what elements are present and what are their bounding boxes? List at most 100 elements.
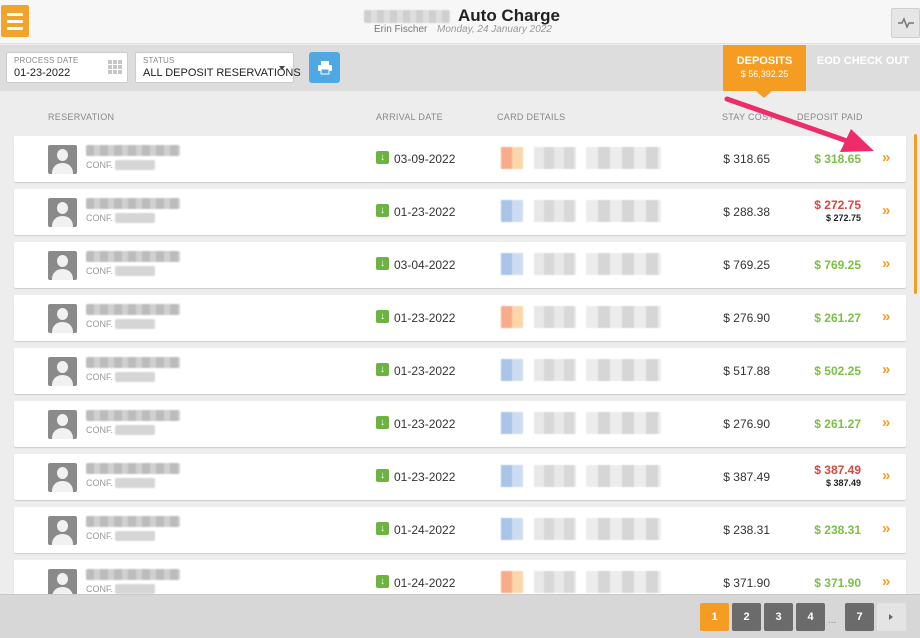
column-header-stay-cost: STAY COST [722, 112, 775, 122]
arrival-down-arrow-icon: ↓ [376, 310, 389, 323]
page-button-4[interactable]: 4 [796, 603, 825, 631]
card-number-redacted [534, 571, 576, 593]
page-button-7[interactable]: 7 [845, 603, 874, 631]
deposit-paid: $ 502.25 [814, 364, 861, 378]
chevron-double-right-icon[interactable]: » [882, 361, 890, 378]
card-brand-icon [501, 465, 523, 487]
arrival-down-arrow-icon: ↓ [376, 204, 389, 217]
card-number-redacted [534, 412, 576, 434]
menu-icon-bar [7, 12, 23, 16]
conf-label: CONF. [86, 584, 113, 594]
page-button-1[interactable]: 1 [700, 603, 729, 631]
guest-avatar-icon [48, 145, 77, 174]
card-expiry-redacted [586, 200, 661, 222]
guest-name-redacted [86, 251, 180, 262]
reservation-row[interactable]: CONF. ↓ 01-23-2022 $ 288.38 $ 272.75 $ 272.75… [14, 189, 906, 235]
card-expiry-redacted [586, 412, 661, 434]
status-value: ALL DEPOSIT RESERVATIONS [143, 67, 301, 79]
guest-name-redacted [86, 410, 180, 421]
card-number-redacted [534, 253, 576, 275]
guest-name-redacted [86, 569, 180, 580]
reservation-row[interactable]: CONF. ↓ 01-23-2022 $ 387.49 $ 387.49 $ 387.49… [14, 454, 906, 500]
card-details-redacted [501, 518, 666, 540]
card-expiry-redacted [586, 359, 661, 381]
property-name-redacted [364, 10, 450, 23]
conf-number-redacted [115, 425, 155, 435]
card-brand-icon [501, 253, 523, 275]
guest-avatar-icon [48, 251, 77, 280]
card-brand-icon [501, 359, 523, 381]
stay-cost: $ 276.90 [723, 417, 770, 431]
card-brand-icon [501, 306, 523, 328]
conf-number-redacted [115, 160, 155, 170]
card-details-redacted [501, 359, 666, 381]
next-page-button[interactable] [877, 603, 906, 631]
chevron-double-right-icon[interactable]: » [882, 308, 890, 325]
conf-number-redacted [115, 478, 155, 488]
conf-number-redacted [115, 372, 155, 382]
print-button[interactable] [309, 52, 340, 83]
reservation-row[interactable]: CONF. ↓ 01-23-2022 $ 517.88 $ 502.25 » [14, 348, 906, 394]
arrival-date: 01-23-2022 [394, 364, 456, 378]
tab-eod-check-out[interactable]: EOD CHECK OUT [806, 45, 920, 91]
card-number-redacted [534, 359, 576, 381]
column-header-deposit-paid: DEPOSIT PAID [797, 112, 863, 122]
scrollbar-thumb[interactable] [914, 134, 917, 294]
reservation-row[interactable]: CONF. ↓ 03-04-2022 $ 769.25 $ 769.25 » [14, 242, 906, 288]
reservation-row[interactable]: CONF. ↓ 01-24-2022 $ 238.31 $ 238.31 » [14, 507, 906, 553]
process-date-value: 01-23-2022 [14, 67, 71, 79]
card-number-redacted [534, 147, 576, 169]
reservation-row[interactable]: CONF. ↓ 01-23-2022 $ 276.90 $ 261.27 » [14, 401, 906, 447]
chevron-double-right-icon[interactable]: » [882, 520, 890, 537]
card-number-redacted [534, 200, 576, 222]
card-number-redacted [534, 465, 576, 487]
card-expiry-redacted [586, 518, 661, 540]
deposit-paid: $ 272.75 [814, 198, 861, 212]
deposit-paid-sub: $ 272.75 [825, 213, 861, 223]
chevron-double-right-icon[interactable]: » [882, 202, 890, 219]
chevron-double-right-icon[interactable]: » [882, 255, 890, 272]
reservation-row[interactable]: CONF. ↓ 01-23-2022 $ 276.90 $ 261.27 » [14, 295, 906, 341]
chevron-double-right-icon[interactable]: » [882, 414, 890, 431]
guest-name-redacted [86, 516, 180, 527]
status-select[interactable]: STATUS ALL DEPOSIT RESERVATIONS [135, 52, 301, 83]
card-brand-icon [501, 200, 523, 222]
activity-button[interactable] [891, 8, 920, 38]
menu-button[interactable] [1, 5, 29, 37]
chevron-double-right-icon[interactable]: » [882, 573, 890, 590]
stay-cost: $ 387.49 [723, 470, 770, 484]
page-button-3[interactable]: 3 [764, 603, 793, 631]
menu-icon-bar [7, 26, 23, 30]
deposit-paid: $ 387.49 [814, 463, 861, 477]
guest-avatar-icon [48, 463, 77, 492]
deposit-paid: $ 769.25 [814, 258, 861, 272]
arrival-down-arrow-icon: ↓ [376, 575, 389, 588]
tab-deposits[interactable]: DEPOSITS $ 56,392.25 [723, 45, 806, 91]
arrival-date: 01-23-2022 [394, 311, 456, 325]
chevron-double-right-icon[interactable]: » [882, 467, 890, 484]
arrival-down-arrow-icon: ↓ [376, 522, 389, 535]
chevron-double-right-icon[interactable]: » [882, 149, 890, 166]
card-expiry-redacted [586, 147, 661, 169]
deposit-paid: $ 261.27 [814, 311, 861, 325]
page-button-2[interactable]: 2 [732, 603, 761, 631]
page-ellipsis: ... [828, 615, 837, 626]
conf-label: CONF. [86, 319, 113, 329]
dropdown-caret-icon [279, 66, 285, 70]
calendar-icon[interactable] [108, 60, 122, 74]
guest-name-redacted [86, 357, 180, 368]
active-tab-pointer [756, 91, 772, 98]
header-date: Monday, 24 January 2022 [437, 24, 552, 35]
stay-cost: $ 276.90 [723, 311, 770, 325]
menu-icon-bar [7, 19, 23, 23]
column-header-card-details: CARD DETAILS [497, 112, 566, 122]
reservation-row[interactable]: CONF. ↓ 03-09-2022 $ 318.65 $ 318.65 » [14, 136, 906, 182]
activity-pulse-icon [897, 17, 914, 29]
conf-label: CONF. [86, 372, 113, 382]
process-date-picker[interactable]: PROCESS DATE 01-23-2022 [6, 52, 128, 83]
guest-avatar-icon [48, 198, 77, 227]
card-expiry-redacted [586, 571, 661, 593]
card-brand-icon [501, 147, 523, 169]
deposit-paid: $ 318.65 [814, 152, 861, 166]
conf-number-redacted [115, 531, 155, 541]
